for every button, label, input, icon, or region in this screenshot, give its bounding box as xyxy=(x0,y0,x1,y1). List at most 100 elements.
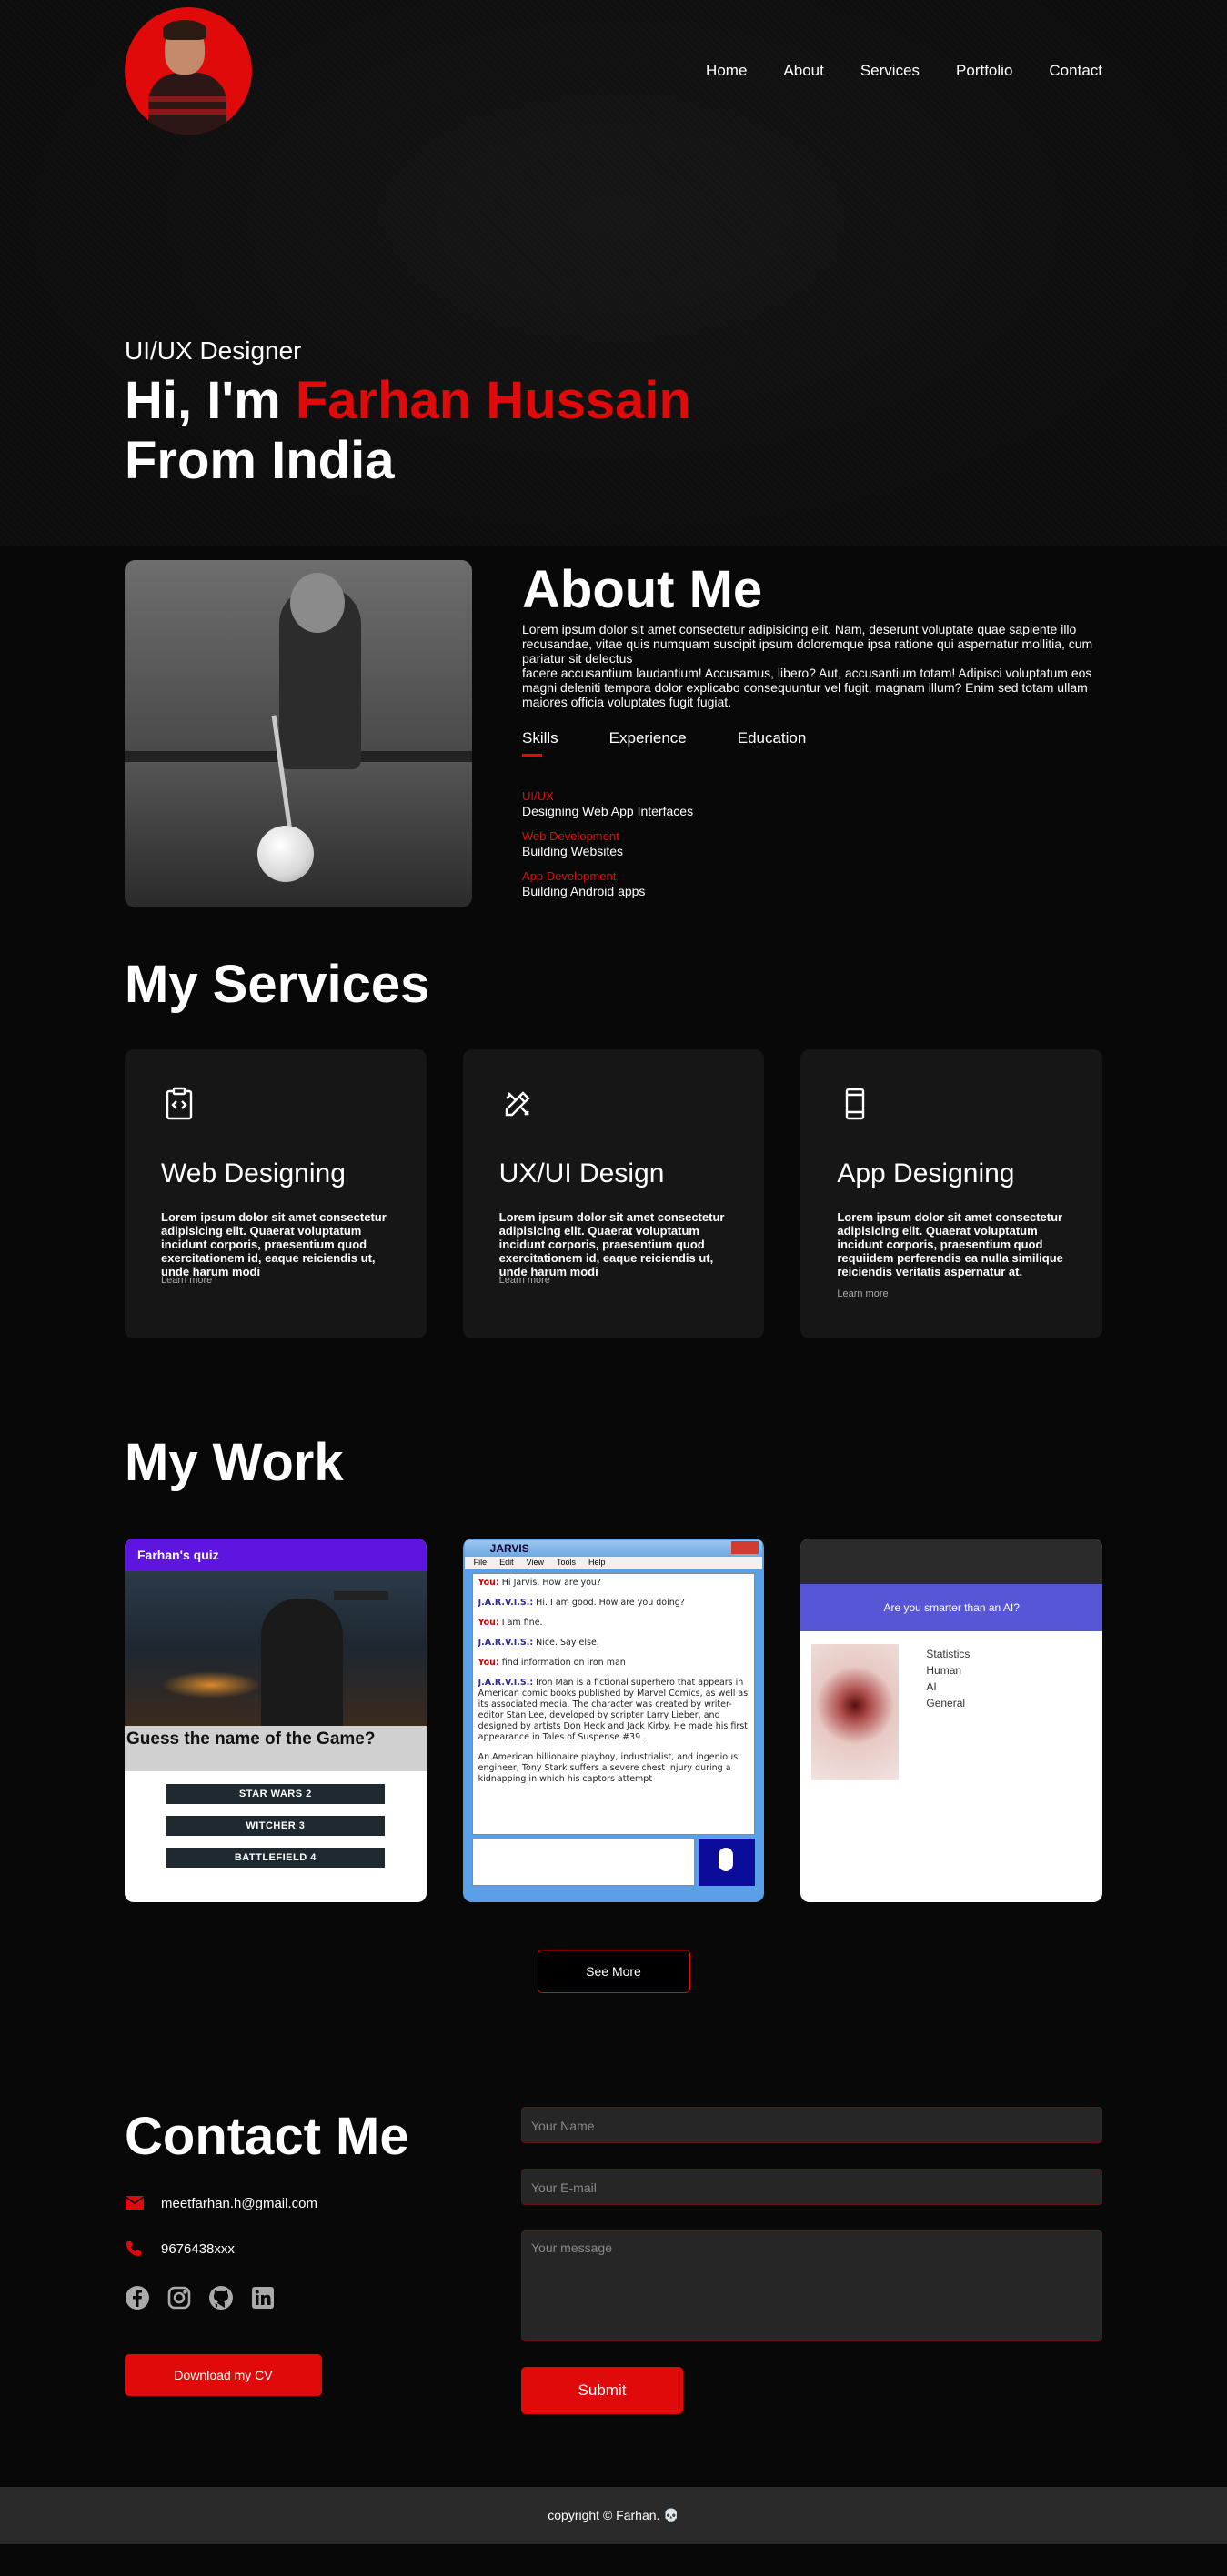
jarvis-title: JARVIS xyxy=(489,1542,529,1555)
chat-message: You: find information on iron man xyxy=(478,1658,749,1669)
nav-about-link[interactable]: About xyxy=(783,62,823,80)
chat-text: Nice. Say else. xyxy=(533,1638,599,1648)
service-title: Web Designing xyxy=(161,1158,346,1188)
learn-more-link[interactable]: Learn more xyxy=(161,1275,212,1286)
skill-desc: Building Websites xyxy=(522,844,624,858)
chat-message: J.A.R.V.I.S.: Nice. Say else. xyxy=(478,1638,749,1649)
skills-list: UI/UX Designing Web App Interfaces Web D… xyxy=(522,789,1102,898)
social-links xyxy=(125,2285,521,2310)
browser-toolbar xyxy=(800,1539,1102,1584)
skill-title: Web Development xyxy=(522,829,619,843)
chat-speaker: You: xyxy=(478,1578,499,1588)
services-section: My Services Web Designing Lorem ipsum do… xyxy=(0,955,1227,1338)
quiz-image-fire xyxy=(161,1671,261,1699)
hero-heading: Hi, I'm Farhan Hussain From India xyxy=(125,371,691,491)
hero-name: Farhan Hussain xyxy=(295,371,691,430)
tab-skills[interactable]: Skills xyxy=(522,729,558,757)
design-tools-icon xyxy=(505,1091,530,1117)
profile-avatar[interactable] xyxy=(125,7,252,135)
linkedin-icon[interactable] xyxy=(250,2285,276,2310)
quiz-option[interactable]: BATTLEFIELD 4 xyxy=(166,1848,385,1868)
close-icon xyxy=(731,1541,759,1554)
contact-phone[interactable]: 9676438xxx xyxy=(161,2241,235,2257)
name-field[interactable]: Your Name xyxy=(521,2107,1102,2143)
tab-experience[interactable]: Experience xyxy=(609,729,687,755)
service-title: UX/UI Design xyxy=(498,1158,665,1188)
work-item-quiz[interactable]: Farhan's quiz Guess the name of the Game… xyxy=(125,1539,427,1902)
ai-sample-image xyxy=(811,1644,900,1780)
about-photo xyxy=(125,560,472,907)
work-grid: Farhan's quiz Guess the name of the Game… xyxy=(0,1539,1227,1902)
jarvis-menu-item: View xyxy=(526,1558,545,1567)
contact-info: Contact Me meetfarhan.h@gmail.com 967643… xyxy=(125,2107,521,2414)
see-more-button[interactable]: See More xyxy=(537,1950,690,1993)
microphone-icon xyxy=(699,1839,756,1886)
envelope-icon xyxy=(126,2196,144,2210)
learn-more-link[interactable]: Learn more xyxy=(499,1275,550,1286)
ai-stats-group: General xyxy=(926,1697,966,1709)
chat-message: You: I am fine. xyxy=(478,1618,749,1629)
nav-home-link[interactable]: Home xyxy=(706,62,747,80)
services-title: My Services xyxy=(125,955,430,1014)
service-text: Lorem ipsum dolor sit amet consectetur a… xyxy=(837,1210,1063,1278)
jarvis-menu-item: File xyxy=(473,1558,488,1567)
ai-stats-title: Statistics xyxy=(926,1648,971,1660)
ai-body: Statistics Human AI General xyxy=(800,1631,1102,1793)
avatar-body xyxy=(148,73,226,135)
tab-education[interactable]: Education xyxy=(738,729,807,755)
service-card: Web Designing Lorem ipsum dolor sit amet… xyxy=(125,1049,427,1338)
quiz-option[interactable]: WITCHER 3 xyxy=(166,1816,385,1836)
jarvis-menu-item: Tools xyxy=(557,1558,577,1567)
chat-speaker: J.A.R.V.I.S.: xyxy=(478,1678,534,1688)
about-section: About Me Lorem ipsum dolor sit amet cons… xyxy=(0,546,1227,909)
skill-item: Web Development Building Websites xyxy=(522,829,1102,858)
ai-stats-group: Human xyxy=(926,1664,962,1677)
nav-services-link[interactable]: Services xyxy=(860,62,920,80)
quiz-question: Guess the name of the Game? xyxy=(125,1726,427,1771)
contact-email[interactable]: meetfarhan.h@gmail.com xyxy=(161,2196,317,2211)
download-cv-button[interactable]: Download my CV xyxy=(125,2354,322,2396)
nav-contact-link[interactable]: Contact xyxy=(1049,62,1102,80)
photo-cue-ball xyxy=(257,826,314,882)
ai-stats-group: AI xyxy=(926,1680,937,1693)
about-tabs: Skills Experience Education xyxy=(522,729,1102,757)
quiz-image xyxy=(125,1571,427,1726)
skill-item: UI/UX Designing Web App Interfaces xyxy=(522,789,1102,818)
nav-portfolio-link[interactable]: Portfolio xyxy=(956,62,1012,80)
ai-stats: Statistics Human AI General xyxy=(926,1644,970,1780)
service-text: Lorem ipsum dolor sit amet consectetur a… xyxy=(161,1210,387,1278)
hero-section: Home About Services Portfolio Contact UI… xyxy=(0,0,1227,546)
message-field[interactable]: Your message xyxy=(521,2230,1102,2341)
service-card: App Designing Lorem ipsum dolor sit amet… xyxy=(800,1049,1103,1338)
skill-title: UI/UX xyxy=(522,789,554,803)
work-item-ai[interactable]: Are you smarter than an AI? Statistics H… xyxy=(800,1539,1102,1902)
service-text: Lorem ipsum dolor sit amet consectetur a… xyxy=(498,1210,725,1278)
hero-text: UI/UX Designer Hi, I'm Farhan Hussain Fr… xyxy=(125,336,691,491)
instagram-icon[interactable] xyxy=(166,2285,192,2310)
jarvis-menu-item: Edit xyxy=(499,1558,514,1567)
contact-section: Contact Me meetfarhan.h@gmail.com 967643… xyxy=(0,2107,1227,2414)
chat-message: J.A.R.V.I.S.: Hi. I am good. How are you… xyxy=(478,1598,749,1609)
jarvis-titlebar: JARVIS xyxy=(464,1540,763,1557)
hero-role: UI/UX Designer xyxy=(125,336,302,365)
jarvis-menubar: File Edit View Tools Help xyxy=(464,1557,763,1569)
facebook-icon[interactable] xyxy=(125,2285,150,2310)
mobile-phone-icon xyxy=(846,1088,865,1120)
service-cards: Web Designing Lorem ipsum dolor sit amet… xyxy=(0,1049,1227,1338)
quiz-options: STAR WARS 2 WITCHER 3 BATTLEFIELD 4 xyxy=(125,1771,427,1892)
submit-button[interactable]: Submit xyxy=(521,2367,683,2414)
service-title: App Designing xyxy=(837,1158,1015,1188)
quiz-image-soldier xyxy=(261,1599,343,1726)
contact-phone-row: 9676438xxx xyxy=(125,2240,521,2258)
nav-menu: Home About Services Portfolio Contact xyxy=(706,62,1102,80)
chat-message: You: Hi Jarvis. How are you? xyxy=(478,1578,749,1589)
github-icon[interactable] xyxy=(208,2285,234,2310)
work-item-jarvis[interactable]: JARVIS File Edit View Tools Help You: Hi… xyxy=(462,1539,765,1902)
skill-desc: Building Android apps xyxy=(522,884,646,898)
chat-text: Hi. I am good. How are you doing? xyxy=(533,1598,685,1608)
avatar-stripe xyxy=(148,96,226,102)
quiz-option[interactable]: STAR WARS 2 xyxy=(166,1784,385,1804)
email-field[interactable]: Your E-mail xyxy=(521,2169,1102,2205)
learn-more-link[interactable]: Learn more xyxy=(837,1288,888,1299)
chat-text: I am fine. xyxy=(498,1618,543,1628)
